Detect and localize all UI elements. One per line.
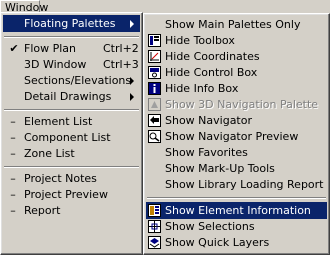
navigator-preview-icon [148,130,161,143]
dash-icon: – [10,172,16,185]
submenu-separator [147,197,326,199]
menu-item-sections-elevations[interactable]: Sections/Elevations [3,72,140,89]
menu-item-element-list[interactable]: – Element List [3,113,140,130]
submenu-item-label: Show Navigator Preview [165,130,299,143]
submenu-item-show-navigator-preview[interactable]: Show Navigator Preview [146,128,327,145]
menu-item-label: Floating Palettes [24,17,116,30]
submenu-item-label: Hide Coordinates [165,50,260,63]
menu-item-label: Report [24,204,61,217]
checkmark-icon: ✔ [9,42,19,55]
menu-item-label: Zone List [24,147,75,160]
menu-item-label: Flow Plan [24,42,77,55]
menu-item-component-list[interactable]: – Component List [3,129,140,146]
submenu-item-show-main-palettes-only[interactable]: Show Main Palettes Only [146,16,327,33]
menu-item-3d-window[interactable]: 3D Window Ctrl+3 [3,56,140,73]
submenu-item-show-3d-navigation-palette[interactable]: Show 3D Navigation Palette [146,96,327,113]
menu-item-zone-list[interactable]: – Zone List [3,145,140,162]
element-info-icon [148,204,161,217]
info-box-icon [148,82,161,95]
coordinates-icon [148,50,161,63]
menu-item-label: 3D Window [24,58,87,71]
dash-icon: – [10,131,16,144]
submenu-item-label: Show Mark-Up Tools [165,162,275,175]
submenu-item-hide-control-box[interactable]: Hide Control Box [146,64,327,81]
submenu-item-show-selections[interactable]: Show Selections [146,218,327,235]
submenu-item-label: Hide Control Box [165,66,258,79]
submenu-item-show-navigator[interactable]: Show Navigator [146,112,327,129]
dash-icon: – [10,188,16,201]
menu-item-detail-drawings[interactable]: Detail Drawings [3,88,140,105]
window-menu: Floating Palettes ✔ Flow Plan Ctrl+2 3D … [0,12,143,255]
submenu-item-label: Show Favorites [165,146,248,159]
menu-item-shortcut: Ctrl+2 [103,42,139,55]
submenu-item-show-mark-up-tools[interactable]: Show Mark-Up Tools [146,160,327,177]
menu-item-report[interactable]: – Report [3,202,140,219]
submenu-arrow-icon [130,20,134,28]
submenu-item-label: Show Element Information [165,204,311,217]
menu-item-label: Project Preview [24,188,108,201]
submenu-item-label: Show Main Palettes Only [165,18,301,31]
submenu-item-label: Hide Toolbox [165,34,235,47]
navigation-3d-icon [148,98,161,111]
dash-icon: – [10,204,16,217]
menu-item-floating-palettes[interactable]: Floating Palettes [3,15,140,32]
submenu-item-hide-coordinates[interactable]: Hide Coordinates [146,48,327,65]
control-box-icon [148,66,161,79]
menu-item-project-notes[interactable]: – Project Notes [3,170,140,187]
submenu-item-show-element-information[interactable]: Show Element Information [146,202,327,219]
submenu-item-show-favorites[interactable]: Show Favorites [146,144,327,161]
menu-separator [4,109,139,111]
floating-palettes-submenu: Show Main Palettes Only Hide Toolbox Hid… [143,13,330,255]
submenu-item-label: Show Selections [165,220,255,233]
selections-icon [148,220,161,233]
menu-item-label: Component List [24,131,111,144]
navigator-icon [148,114,161,127]
menu-item-label: Project Notes [24,172,97,185]
submenu-item-label: Show Quick Layers [165,236,270,249]
screen: Window Floating Palettes ✔ Flow Plan Ctr… [0,0,330,255]
menu-item-label: Element List [24,115,93,128]
menu-item-shortcut: Ctrl+3 [103,58,139,71]
submenu-arrow-icon [130,77,134,85]
submenu-item-show-quick-layers[interactable]: Show Quick Layers [146,234,327,251]
toolbox-icon [148,34,161,47]
menu-item-project-preview[interactable]: – Project Preview [3,186,140,203]
menu-item-flow-plan[interactable]: ✔ Flow Plan Ctrl+2 [3,40,140,57]
menu-item-label: Sections/Elevations [24,74,132,87]
submenu-item-label: Show 3D Navigation Palette [165,98,319,111]
quick-layers-icon [148,236,161,249]
dash-icon: – [10,147,16,160]
menu-separator [4,166,139,168]
submenu-item-show-library-loading-report[interactable]: Show Library Loading Report [146,176,327,193]
dash-icon: – [10,115,16,128]
menu-item-label: Detail Drawings [24,90,112,103]
submenu-arrow-icon [130,93,134,101]
menu-separator [4,36,139,38]
submenu-item-label: Show Library Loading Report [165,178,324,191]
submenu-item-hide-info-box[interactable]: Hide Info Box [146,80,327,97]
submenu-item-label: Show Navigator [165,114,253,127]
submenu-item-hide-toolbox[interactable]: Hide Toolbox [146,32,327,49]
submenu-item-label: Hide Info Box [165,82,239,95]
